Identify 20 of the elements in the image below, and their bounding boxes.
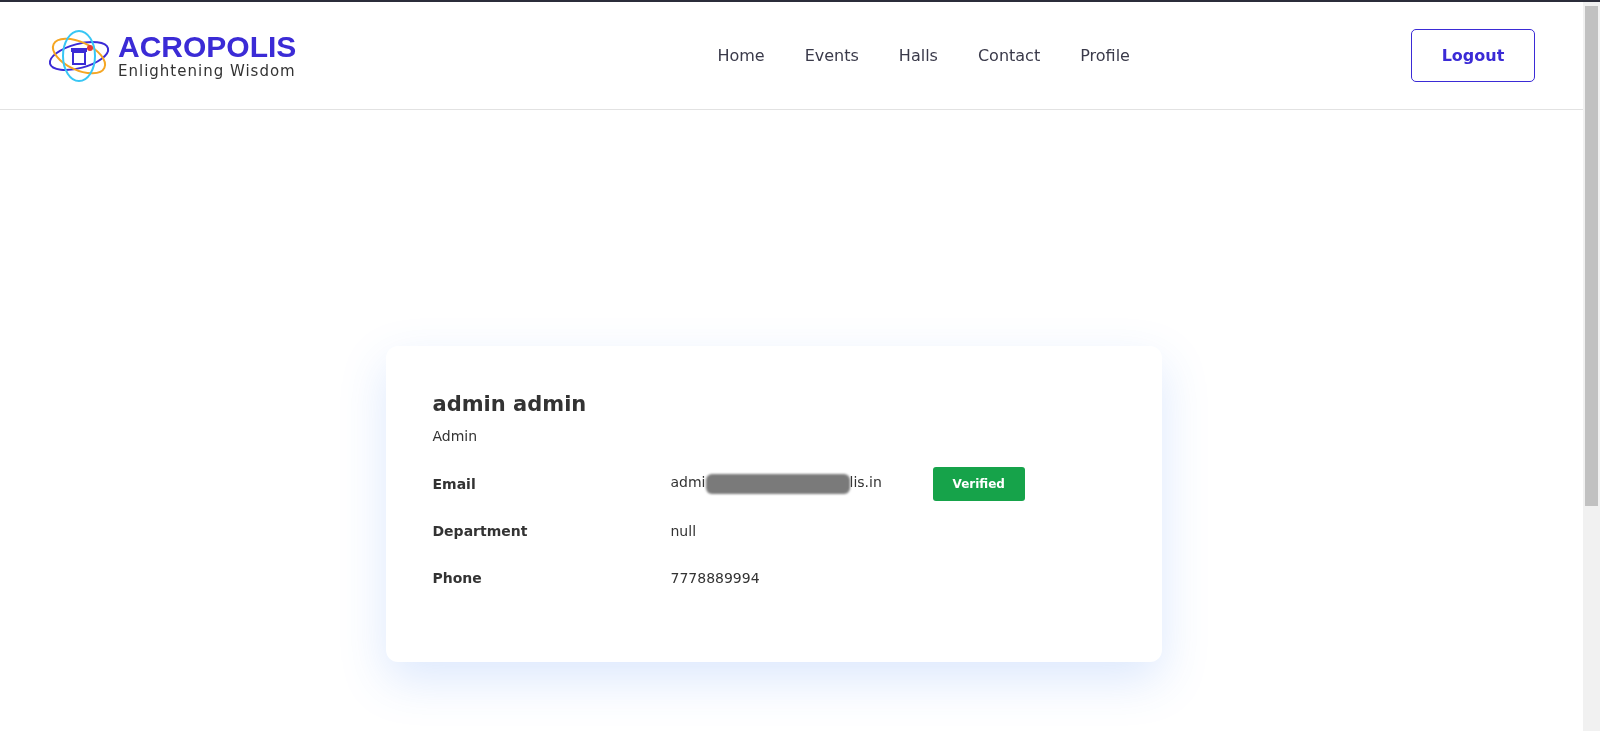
logout-button[interactable]: Logout [1411, 29, 1535, 82]
field-label: Department [432, 522, 529, 539]
profile-name: admin admin [432, 392, 588, 416]
profile-role: Admin [432, 428, 479, 444]
brand-tagline: Enlightening Wisdom [118, 61, 297, 80]
verified-badge: Verified [932, 466, 1025, 501]
email-value-start: admi [670, 473, 706, 492]
field-value: 7778889994 [670, 569, 761, 586]
logo-icon [46, 27, 112, 84]
field-label: Phone [432, 569, 483, 586]
nav-link[interactable]: Contact [977, 46, 1041, 65]
field-value: null [670, 522, 698, 539]
nav-link[interactable]: Home [717, 46, 765, 65]
scrollbar[interactable] [1583, 2, 1600, 731]
nav-link[interactable]: Profile [1080, 46, 1130, 65]
email-value-end: lis.in [849, 473, 882, 492]
nav-link[interactable]: Events [804, 46, 859, 65]
field-label: Email [432, 475, 477, 492]
brand-name: ACROPOLIS [118, 31, 297, 62]
nav-link[interactable]: Halls [898, 46, 938, 65]
